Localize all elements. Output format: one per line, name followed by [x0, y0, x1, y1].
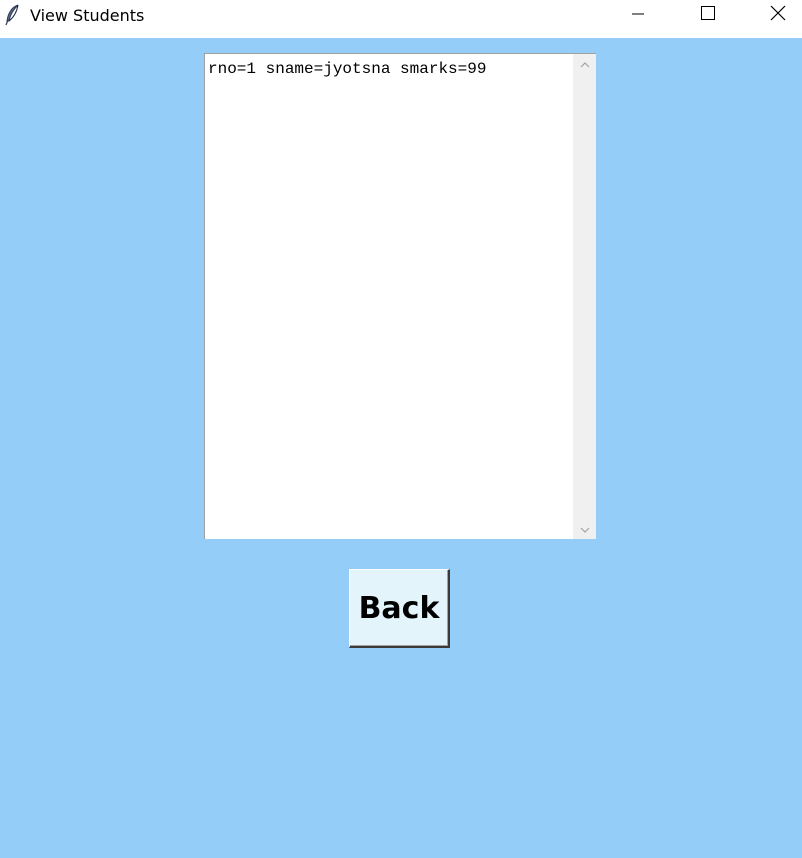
title-bar[interactable]: View Students — [0, 0, 802, 31]
record-line: rno=1 sname=jyotsna smarks=99 — [208, 60, 487, 78]
back-button[interactable]: Back — [349, 569, 450, 648]
chevron-up-icon — [580, 55, 590, 73]
chevron-down-icon — [580, 520, 590, 538]
view-students-window: View Students rno=1 sname=jyotsna smarks… — [0, 0, 802, 858]
feather-icon — [4, 4, 22, 26]
close-icon — [770, 5, 786, 26]
maximize-icon — [701, 6, 715, 25]
vertical-scrollbar[interactable] — [573, 54, 596, 539]
records-textbox[interactable]: rno=1 sname=jyotsna smarks=99 — [204, 53, 596, 539]
minimize-button[interactable] — [615, 0, 661, 31]
close-button[interactable] — [755, 0, 801, 31]
window-client-area: rno=1 sname=jyotsna smarks=99 Back — [0, 38, 802, 858]
scroll-down-button[interactable] — [573, 519, 596, 539]
scroll-up-button[interactable] — [573, 54, 596, 74]
window-title: View Students — [30, 6, 145, 25]
maximize-button[interactable] — [685, 0, 731, 31]
minimize-icon — [632, 7, 644, 25]
